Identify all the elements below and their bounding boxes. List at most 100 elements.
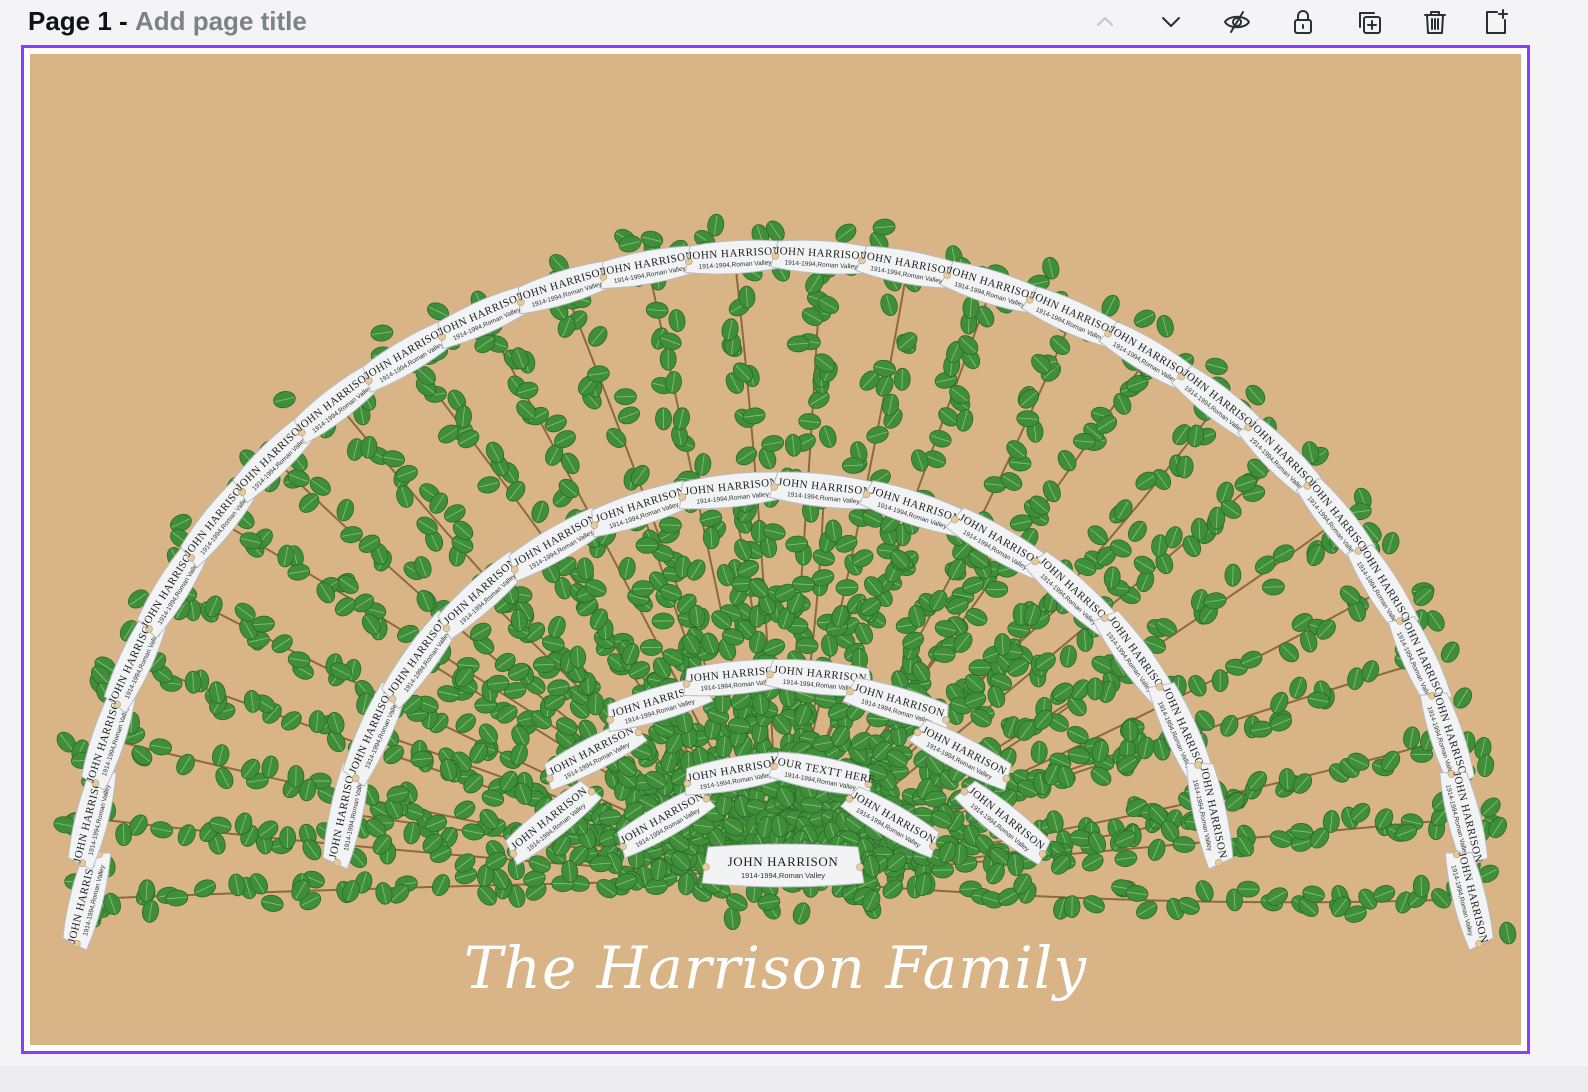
lock-page-button[interactable]	[1270, 0, 1336, 44]
leaf	[281, 711, 302, 731]
leaf	[618, 557, 636, 580]
leaf	[651, 612, 675, 630]
leaf	[668, 309, 686, 332]
leaf	[431, 874, 451, 896]
design-canvas[interactable]: JOHN HARRISON 1914-1994,Roman Valley JOHN …	[30, 54, 1521, 1045]
delete-page-button[interactable]	[1402, 0, 1468, 44]
leaf	[454, 800, 476, 820]
leaf	[798, 413, 822, 431]
leaf	[287, 563, 311, 581]
duplicate-icon	[1359, 12, 1381, 34]
leaf	[1133, 555, 1156, 575]
add-page-button[interactable]	[1468, 0, 1524, 44]
hide-page-button[interactable]	[1204, 0, 1270, 44]
leaf	[334, 597, 356, 617]
page-title-input[interactable]: Add page title	[135, 6, 307, 36]
leaf	[659, 347, 677, 371]
leaf	[1016, 410, 1040, 428]
lock-icon	[1294, 10, 1312, 34]
leaf	[1018, 388, 1040, 409]
leaf	[279, 826, 297, 850]
leaf	[631, 580, 655, 598]
leaf	[1440, 641, 1460, 663]
leaf	[893, 367, 911, 391]
leaf	[640, 230, 664, 248]
leaf	[588, 326, 608, 347]
leaf	[635, 536, 659, 554]
leaf	[792, 902, 811, 925]
leaf	[1127, 520, 1147, 542]
family-title-text[interactable]: The Harrison Family	[30, 934, 1521, 1002]
leaf	[786, 335, 810, 353]
leaf	[985, 580, 1009, 598]
leaf	[532, 656, 556, 674]
leaf	[375, 882, 393, 905]
leaf	[1211, 669, 1229, 692]
leaf	[1049, 335, 1071, 355]
page-toolbar	[1072, 0, 1524, 44]
leaf	[880, 293, 898, 317]
leaf	[1188, 675, 1207, 697]
leaf	[955, 409, 974, 432]
leaf	[1382, 532, 1400, 555]
leaf	[477, 476, 500, 494]
leaf	[1262, 578, 1285, 596]
leaf	[640, 639, 663, 656]
leaves	[53, 213, 1517, 945]
leaf	[617, 406, 640, 425]
add-page-icon	[1486, 9, 1508, 34]
trash-icon	[1424, 11, 1446, 34]
leaf	[1063, 895, 1081, 918]
leaf	[655, 407, 672, 431]
leaf	[115, 823, 133, 846]
page-title-row: Page 1 - Add page title	[28, 6, 307, 37]
move-page-down-button[interactable]	[1138, 0, 1204, 44]
family-tree-graphic[interactable]: JOHN HARRISON 1914-1994,Roman ValleyJOHN …	[30, 54, 1521, 1045]
page-number-label: Page 1 -	[28, 6, 128, 36]
leaf	[1412, 874, 1430, 898]
move-page-up-button[interactable]	[1072, 0, 1138, 44]
page-header: Page 1 - Add page title	[0, 0, 1588, 44]
ribbon-dates-text: 1914-1994,Roman Valley	[741, 871, 825, 880]
eye-slash-icon	[1224, 11, 1250, 33]
leaf	[261, 894, 284, 912]
canvas-bottom-gutter	[0, 1066, 1588, 1092]
leaf	[271, 634, 293, 654]
leaf	[835, 579, 859, 597]
leaf	[735, 446, 758, 466]
leaf	[1236, 880, 1260, 898]
leaf	[287, 765, 305, 788]
leaf	[1030, 740, 1048, 764]
leaf	[1133, 309, 1156, 328]
root-ribbon[interactable]: JOHN HARRISON 1914-1994,Roman Valley	[701, 843, 865, 888]
leaf	[614, 388, 637, 406]
leaf	[819, 425, 837, 448]
leaf	[1057, 450, 1077, 472]
leaf	[396, 485, 414, 508]
leaf	[273, 391, 296, 409]
leaf	[659, 516, 682, 534]
chevron-up-icon	[1097, 17, 1113, 26]
leaf	[1083, 895, 1105, 914]
leaf	[177, 824, 196, 847]
leaf	[370, 324, 394, 342]
leaf	[1121, 719, 1139, 743]
leaf	[896, 332, 918, 352]
leaf	[1087, 525, 1108, 546]
leaf	[1278, 642, 1299, 663]
leaf	[1205, 357, 1228, 376]
leaf	[929, 429, 952, 448]
leaf	[1156, 314, 1174, 338]
leaf	[1147, 838, 1166, 861]
leaf	[252, 615, 275, 633]
leaf	[1224, 563, 1242, 587]
leaf	[1086, 677, 1104, 701]
duplicate-page-button[interactable]	[1336, 0, 1402, 44]
leaf	[911, 449, 929, 472]
leaf	[194, 879, 216, 898]
ribbon-name-text: JOHN HARRISON	[728, 854, 839, 869]
leaf	[1220, 715, 1239, 737]
design-page-frame[interactable]: JOHN HARRISON 1914-1994,Roman Valley JOHN …	[21, 45, 1530, 1054]
leaf	[150, 821, 174, 839]
leaf	[645, 301, 669, 319]
